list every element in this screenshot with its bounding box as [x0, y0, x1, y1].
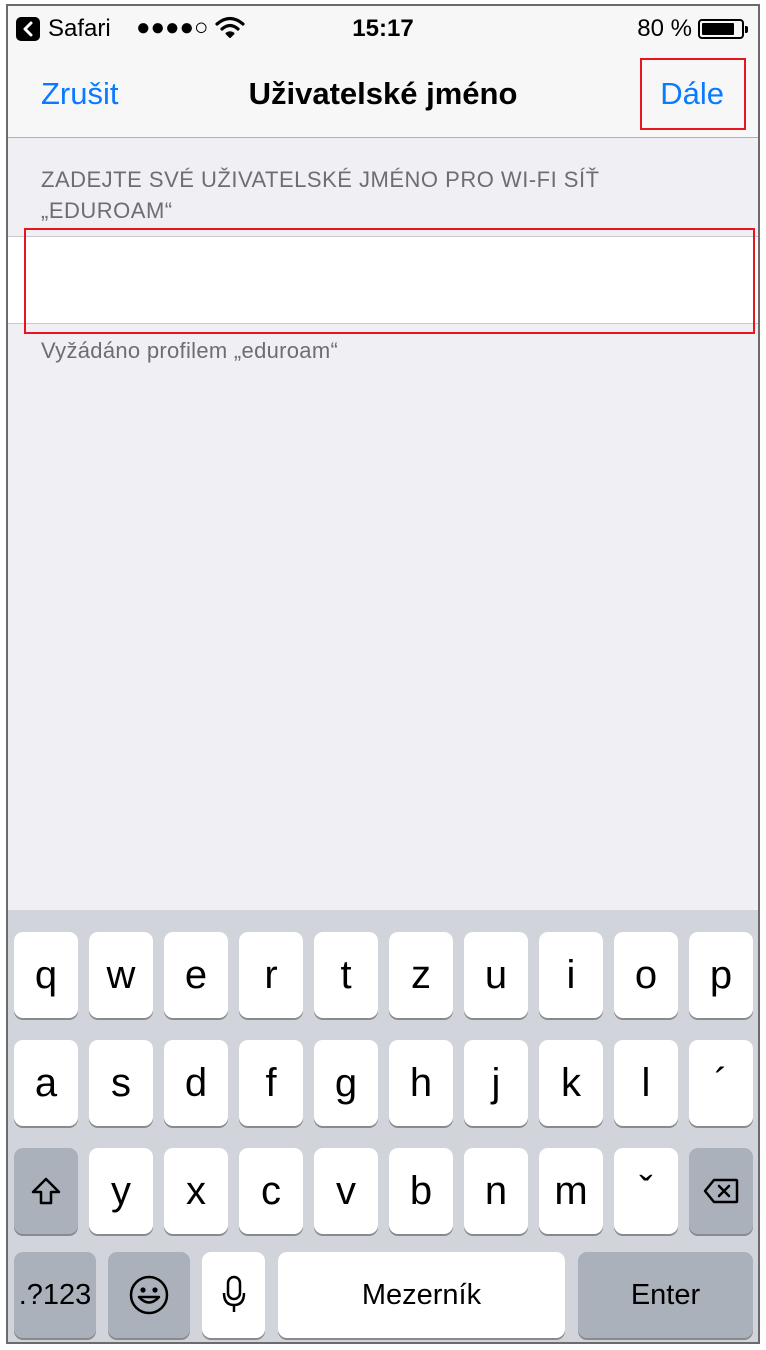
backspace-icon [703, 1178, 739, 1204]
key-s[interactable]: s [89, 1040, 153, 1126]
profile-note: Vyžádáno profilem „eduroam“ [41, 338, 339, 363]
key-g[interactable]: g [314, 1040, 378, 1126]
key-e[interactable]: e [164, 932, 228, 1018]
page-title: Uživatelské jméno [248, 76, 518, 111]
next-button[interactable]: Dále [660, 76, 724, 112]
key-caron[interactable]: ˇ [614, 1148, 678, 1234]
status-bar: Safari ●●●●○ 15:17 80 % [8, 6, 758, 50]
battery-icon [698, 19, 748, 39]
keyboard: q w e r t z u i o p a s d f g h j k l ´ … [8, 910, 758, 1342]
phone-screen: Safari ●●●●○ 15:17 80 % Zrušit Uživatels… [6, 4, 760, 1344]
key-d[interactable]: d [164, 1040, 228, 1126]
key-k[interactable]: k [539, 1040, 603, 1126]
key-m[interactable]: m [539, 1148, 603, 1234]
key-n[interactable]: n [464, 1148, 528, 1234]
key-f[interactable]: f [239, 1040, 303, 1126]
key-b[interactable]: b [389, 1148, 453, 1234]
key-z[interactable]: z [389, 932, 453, 1018]
numbers-key[interactable]: .?123 [14, 1252, 96, 1338]
key-h[interactable]: h [389, 1040, 453, 1126]
key-v[interactable]: v [314, 1148, 378, 1234]
space-key[interactable]: Mezerník [278, 1252, 565, 1338]
key-y[interactable]: y [89, 1148, 153, 1234]
key-r[interactable]: r [239, 932, 303, 1018]
key-a[interactable]: a [14, 1040, 78, 1126]
navigation-bar: Zrušit Uživatelské jméno Dále [8, 50, 758, 138]
section-header: ZADEJTE SVÉ UŽIVATELSKÉ JMÉNO PRO WI-FI … [41, 167, 600, 223]
enter-key[interactable]: Enter [578, 1252, 753, 1338]
shift-icon [31, 1177, 61, 1205]
key-x[interactable]: x [164, 1148, 228, 1234]
backspace-key[interactable] [689, 1148, 753, 1234]
key-u[interactable]: u [464, 932, 528, 1018]
key-j[interactable]: j [464, 1040, 528, 1126]
key-w[interactable]: w [89, 932, 153, 1018]
key-p[interactable]: p [689, 932, 753, 1018]
key-acute-accent[interactable]: ´ [689, 1040, 753, 1126]
key-t[interactable]: t [314, 932, 378, 1018]
key-l[interactable]: l [614, 1040, 678, 1126]
shift-key[interactable] [14, 1148, 78, 1234]
emoji-icon [129, 1275, 169, 1315]
key-q[interactable]: q [14, 932, 78, 1018]
battery-percentage: 80 % [637, 15, 692, 42]
key-c[interactable]: c [239, 1148, 303, 1234]
key-i[interactable]: i [539, 932, 603, 1018]
emoji-key[interactable] [108, 1252, 190, 1338]
username-input[interactable] [8, 237, 758, 323]
key-o[interactable]: o [614, 932, 678, 1018]
dictation-key[interactable] [202, 1252, 265, 1338]
microphone-icon [222, 1275, 245, 1312]
username-cell[interactable] [8, 236, 758, 324]
